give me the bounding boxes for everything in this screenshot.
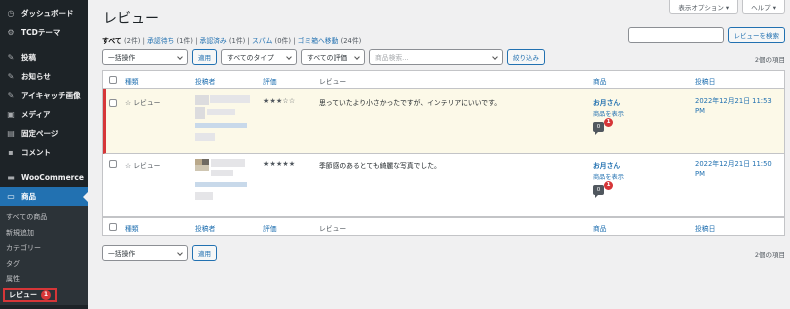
rating-stars: ★★★★★ <box>263 160 296 168</box>
row-checkbox[interactable] <box>109 99 117 107</box>
reviews-highlight: レビュー 1 <box>3 288 57 303</box>
footer-column-review: レビュー <box>319 225 347 233</box>
column-author[interactable]: 投稿者 <box>195 76 215 86</box>
submenu-categories[interactable]: カテゴリー <box>0 241 88 257</box>
submenu-attributes[interactable]: 属性 <box>0 272 88 288</box>
status-filter-links: すべて (2件) | 承認待ち (1件) | 承認済み (1件) | スパム (… <box>102 37 362 45</box>
pending-count-badge: 1 <box>604 181 613 190</box>
menu-products[interactable]: ▭ 商品 <box>0 187 88 206</box>
review-date[interactable]: 2022年12月21日 11:53 PM <box>695 97 772 116</box>
rating-filter-select[interactable]: すべての評価 <box>301 49 365 65</box>
select-all-checkbox-footer[interactable] <box>109 223 117 231</box>
menu-woocommerce[interactable]: ▬ WooCommerce <box>0 168 88 187</box>
media-icon: ▣ <box>7 110 15 119</box>
footer-column-type[interactable]: 種類 <box>125 223 139 233</box>
admin-sidebar: ◷ ダッシュボード ⚙ TCDテーマ ✎ 投稿 ✎ お知らせ ✎ アイキャッチ画像 ▣ メデ… <box>0 0 88 309</box>
select-all-checkbox[interactable] <box>109 76 117 84</box>
footer-column-author[interactable]: 投稿者 <box>195 223 215 233</box>
menu-pages[interactable]: ▤ 固定ページ <box>0 124 88 143</box>
help-button[interactable]: ヘルプ ▾ <box>742 0 785 14</box>
column-rating[interactable]: 評価 <box>263 76 277 86</box>
menu-comments[interactable]: ▪ コメント <box>0 143 88 162</box>
submenu-all-products[interactable]: すべての商品 <box>0 210 88 226</box>
table-row: ☆ レビュー ★★★★★ 季節感のあるとても綺麗な写真でした。 お月さん 商品を… <box>103 154 784 217</box>
page-title: レビュー <box>103 11 159 27</box>
comment-count-icon[interactable]: 01 <box>593 118 613 135</box>
bulk-action-select[interactable]: 一括操作 <box>102 49 188 65</box>
filter-spam[interactable]: スパム (0件) <box>252 37 291 45</box>
tablenav-bottom: 一括操作 適用 <box>102 245 217 261</box>
gear-icon: ⚙ <box>7 28 15 37</box>
bulk-action-select-bottom[interactable]: 一括操作 <box>102 245 188 261</box>
review-search-box: レビューを検索 <box>627 27 785 43</box>
submenu-reviews[interactable]: レビュー 1 <box>0 288 88 304</box>
archive-icon: ▭ <box>7 192 15 201</box>
filter-pending[interactable]: 承認待ち (1件) <box>147 37 193 45</box>
column-product[interactable]: 商品 <box>593 76 607 86</box>
menu-media[interactable]: ▣ メディア <box>0 105 88 124</box>
menu-tcd-theme[interactable]: ⚙ TCDテーマ <box>0 23 88 42</box>
column-date[interactable]: 投稿日 <box>695 76 715 86</box>
review-type: ☆ レビュー <box>125 99 161 107</box>
reviews-table: 種類 投稿者 評価 レビュー 商品 投稿日 ☆ レビュー ★★★☆☆ 思っていた… <box>102 70 785 236</box>
review-text: 季節感のあるとても綺麗な写真でした。 <box>319 162 441 170</box>
review-search-input[interactable] <box>627 27 724 43</box>
products-submenu: すべての商品 新規追加 カテゴリー タグ 属性 レビュー 1 <box>0 206 88 305</box>
tablenav-top: 一括操作 適用 すべてのタイプ すべての評価 商品検索... 絞り込み <box>102 49 545 65</box>
items-count-top: 2個の項目 <box>754 56 785 64</box>
review-text: 思っていたより小さかったですが、インテリアにいいです。 <box>319 99 502 107</box>
screen-meta-links: 表示オプション ▾ ヘルプ ▾ <box>669 0 785 14</box>
review-date[interactable]: 2022年12月21日 11:50 PM <box>695 160 772 179</box>
review-type: ☆ レビュー <box>125 162 161 170</box>
product-cell: お月さん 商品を表示 01 <box>593 97 624 135</box>
dashboard-icon: ◷ <box>7 9 15 18</box>
rating-stars: ★★★☆☆ <box>263 97 296 105</box>
pending-count-badge: 1 <box>604 118 613 127</box>
screen-options-button[interactable]: 表示オプション ▾ <box>669 0 739 14</box>
footer-column-product[interactable]: 商品 <box>593 223 607 233</box>
comment-icon: ▪ <box>8 148 14 157</box>
menu-posts[interactable]: ✎ 投稿 <box>0 48 88 67</box>
search-reviews-button[interactable]: レビューを検索 <box>727 27 785 43</box>
apply-button-bottom[interactable]: 適用 <box>192 245 217 261</box>
items-count-bottom: 2個の項目 <box>754 251 785 259</box>
table-header: 種類 投稿者 評価 レビュー 商品 投稿日 <box>103 71 784 89</box>
pin-icon: ✎ <box>7 72 15 81</box>
view-product-link[interactable]: 商品を表示 <box>593 172 624 181</box>
column-review: レビュー <box>319 78 347 86</box>
submenu-add-new[interactable]: 新規追加 <box>0 226 88 242</box>
product-link[interactable]: お月さん <box>593 97 624 107</box>
row-checkbox[interactable] <box>109 160 117 168</box>
product-link[interactable]: お月さん <box>593 160 624 170</box>
table-footer: 種類 投稿者 評価 レビュー 商品 投稿日 <box>103 217 784 235</box>
woo-icon: ▬ <box>7 173 15 182</box>
filter-button[interactable]: 絞り込み <box>507 49 545 65</box>
type-filter-select[interactable]: すべてのタイプ <box>221 49 297 65</box>
menu-dashboard[interactable]: ◷ ダッシュボード <box>0 4 88 23</box>
comment-count-icon[interactable]: 01 <box>593 181 613 198</box>
filter-all[interactable]: すべて (2件) <box>102 37 140 45</box>
apply-button[interactable]: 適用 <box>192 49 217 65</box>
filter-approved[interactable]: 承認済み (1件) <box>200 37 246 45</box>
menu-eyecatch[interactable]: ✎ アイキャッチ画像 <box>0 86 88 105</box>
menu-news[interactable]: ✎ お知らせ <box>0 67 88 86</box>
column-type[interactable]: 種類 <box>125 76 139 86</box>
page-icon: ▤ <box>7 129 15 138</box>
view-product-link[interactable]: 商品を表示 <box>593 109 624 118</box>
table-row: ☆ レビュー ★★★☆☆ 思っていたより小さかったですが、インテリアにいいです。… <box>103 89 784 154</box>
product-cell: お月さん 商品を表示 01 <box>593 160 624 198</box>
pin-icon: ✎ <box>7 91 15 100</box>
main-content: 表示オプション ▾ ヘルプ ▾ レビュー すべて (2件) | 承認待ち (1件… <box>88 0 790 309</box>
footer-column-date[interactable]: 投稿日 <box>695 223 715 233</box>
product-search-select[interactable]: 商品検索... <box>369 49 503 65</box>
reviews-count-badge: 1 <box>41 290 51 301</box>
pin-icon: ✎ <box>7 53 15 62</box>
submenu-tags[interactable]: タグ <box>0 257 88 273</box>
footer-column-rating[interactable]: 評価 <box>263 223 277 233</box>
filter-trash[interactable]: ゴミ箱へ移動 (24件) <box>298 37 362 45</box>
